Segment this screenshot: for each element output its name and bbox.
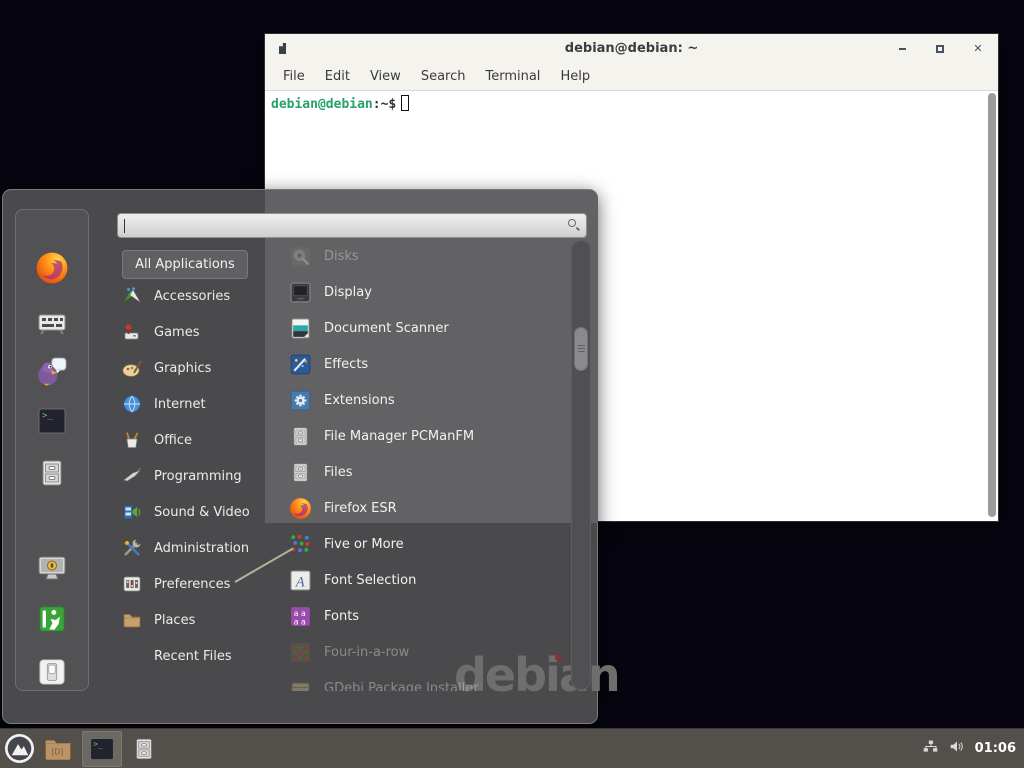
terminal-icon[interactable]: >_ <box>36 405 68 441</box>
programming-icon <box>122 466 142 486</box>
places-icon <box>122 610 142 630</box>
taskbar-files-button[interactable] <box>122 731 166 767</box>
pidgin-icon[interactable] <box>35 354 69 392</box>
category-places[interactable]: Places <box>122 602 272 638</box>
internet-icon <box>122 394 142 414</box>
minimize-button[interactable] <box>894 41 910 57</box>
app-five-or-more[interactable]: Five or More <box>265 526 571 562</box>
extensions-icon <box>289 389 312 412</box>
file-cabinet-icon <box>289 461 312 484</box>
administration-icon <box>122 538 142 558</box>
five-or-more-icon <box>289 533 312 556</box>
games-icon <box>122 322 142 342</box>
fonts-icon: a aa a <box>289 605 312 628</box>
menu-edit[interactable]: Edit <box>315 69 360 84</box>
accessories-icon <box>122 286 142 306</box>
application-list: Disks Display Document Scanner Effects E… <box>265 239 571 691</box>
applist-scrollbar[interactable] <box>571 240 591 690</box>
font-selection-icon: A <box>289 569 312 592</box>
app-files[interactable]: Files <box>265 454 571 490</box>
app-display[interactable]: Display <box>265 274 571 310</box>
menu-file[interactable]: File <box>273 69 315 84</box>
app-gdebi-package-installer[interactable]: GDebi Package Installer <box>265 670 571 691</box>
app-disks[interactable]: Disks <box>265 239 571 274</box>
prompt-path: :~$ <box>373 97 396 112</box>
preferences-icon <box>122 574 142 594</box>
menu-view[interactable]: View <box>360 69 411 84</box>
control-center-icon[interactable] <box>36 306 68 342</box>
terminal-titlebar[interactable]: debian@debian: ~ ✕ <box>265 34 998 63</box>
app-four-in-a-row[interactable]: Four-in-a-row <box>265 634 571 670</box>
app-fonts[interactable]: a aa a Fonts <box>265 598 571 634</box>
maximize-button[interactable] <box>932 41 948 57</box>
folder-icon[interactable]: [D] <box>38 731 78 767</box>
taskbar: [D] >_ 01:06 <box>0 728 1024 768</box>
graphics-icon <box>122 358 142 378</box>
terminal-cursor <box>401 95 409 111</box>
disks-icon <box>289 245 312 268</box>
menu-search[interactable]: Search <box>411 69 476 84</box>
svg-text:>_: >_ <box>42 411 53 421</box>
category-office[interactable]: Office <box>122 422 272 458</box>
shutdown-icon[interactable] <box>37 657 67 691</box>
network-icon[interactable] <box>922 739 939 758</box>
volume-icon[interactable] <box>948 739 966 758</box>
search-input[interactable] <box>117 213 587 238</box>
app-extensions[interactable]: Extensions <box>265 382 571 418</box>
close-button[interactable]: ✕ <box>970 41 986 57</box>
menu-launcher-icon[interactable] <box>0 731 38 767</box>
terminal-scrollbar[interactable] <box>988 93 996 517</box>
display-icon <box>289 281 312 304</box>
category-sound-video[interactable]: Sound & Video <box>122 494 272 530</box>
file-cabinet-icon[interactable] <box>36 457 68 493</box>
desktop: debian@debian: ~ ✕ File Edit View Search… <box>0 0 1024 768</box>
firefox-icon <box>289 497 312 520</box>
sound-video-icon <box>122 502 142 522</box>
category-graphics[interactable]: Graphics <box>122 350 272 386</box>
lock-screen-icon[interactable] <box>36 552 68 588</box>
app-font-selection[interactable]: A Font Selection <box>265 562 571 598</box>
firefox-icon[interactable] <box>35 251 69 289</box>
window-title: debian@debian: ~ <box>265 41 998 56</box>
office-icon <box>122 430 142 450</box>
svg-text:[D]: [D] <box>52 747 64 756</box>
gdebi-icon <box>289 677 312 692</box>
category-list: Accessories Games Graphics Internet Offi… <box>122 278 272 674</box>
application-menu: debian >_ <box>2 189 598 724</box>
terminal-icon: >_ <box>88 735 116 763</box>
svg-text:A: A <box>295 574 305 590</box>
app-firefox-esr[interactable]: Firefox ESR <box>265 490 571 526</box>
file-cabinet-icon <box>131 736 157 762</box>
app-document-scanner[interactable]: Document Scanner <box>265 310 571 346</box>
category-internet[interactable]: Internet <box>122 386 272 422</box>
applist-scrollbar-thumb[interactable] <box>574 327 588 371</box>
document-scanner-icon <box>289 317 312 340</box>
four-in-a-row-icon <box>289 641 312 664</box>
menu-terminal[interactable]: Terminal <box>475 69 550 84</box>
effects-icon <box>289 353 312 376</box>
logout-icon[interactable] <box>37 604 67 638</box>
menu-help[interactable]: Help <box>550 69 600 84</box>
category-accessories[interactable]: Accessories <box>122 278 272 314</box>
category-programming[interactable]: Programming <box>122 458 272 494</box>
menu-sidebar: >_ <box>15 209 89 691</box>
category-games[interactable]: Games <box>122 314 272 350</box>
svg-text:>_: >_ <box>93 739 103 748</box>
clock[interactable]: 01:06 <box>975 741 1016 756</box>
category-administration[interactable]: Administration <box>122 530 272 566</box>
svg-text:a a: a a <box>294 617 306 626</box>
app-effects[interactable]: Effects <box>265 346 571 382</box>
category-all-applications[interactable]: All Applications <box>122 250 248 279</box>
terminal-menubar: File Edit View Search Terminal Help <box>265 63 998 91</box>
search-icon <box>567 219 580 232</box>
file-cabinet-icon <box>289 425 312 448</box>
taskbar-terminal-button[interactable]: >_ <box>82 731 122 767</box>
shell-prompt: debian@debian:~$ <box>271 95 992 112</box>
prompt-user: debian@debian <box>271 97 373 112</box>
category-recent-files[interactable]: Recent Files <box>122 638 272 674</box>
app-file-manager-pcmanfm[interactable]: File Manager PCManFM <box>265 418 571 454</box>
